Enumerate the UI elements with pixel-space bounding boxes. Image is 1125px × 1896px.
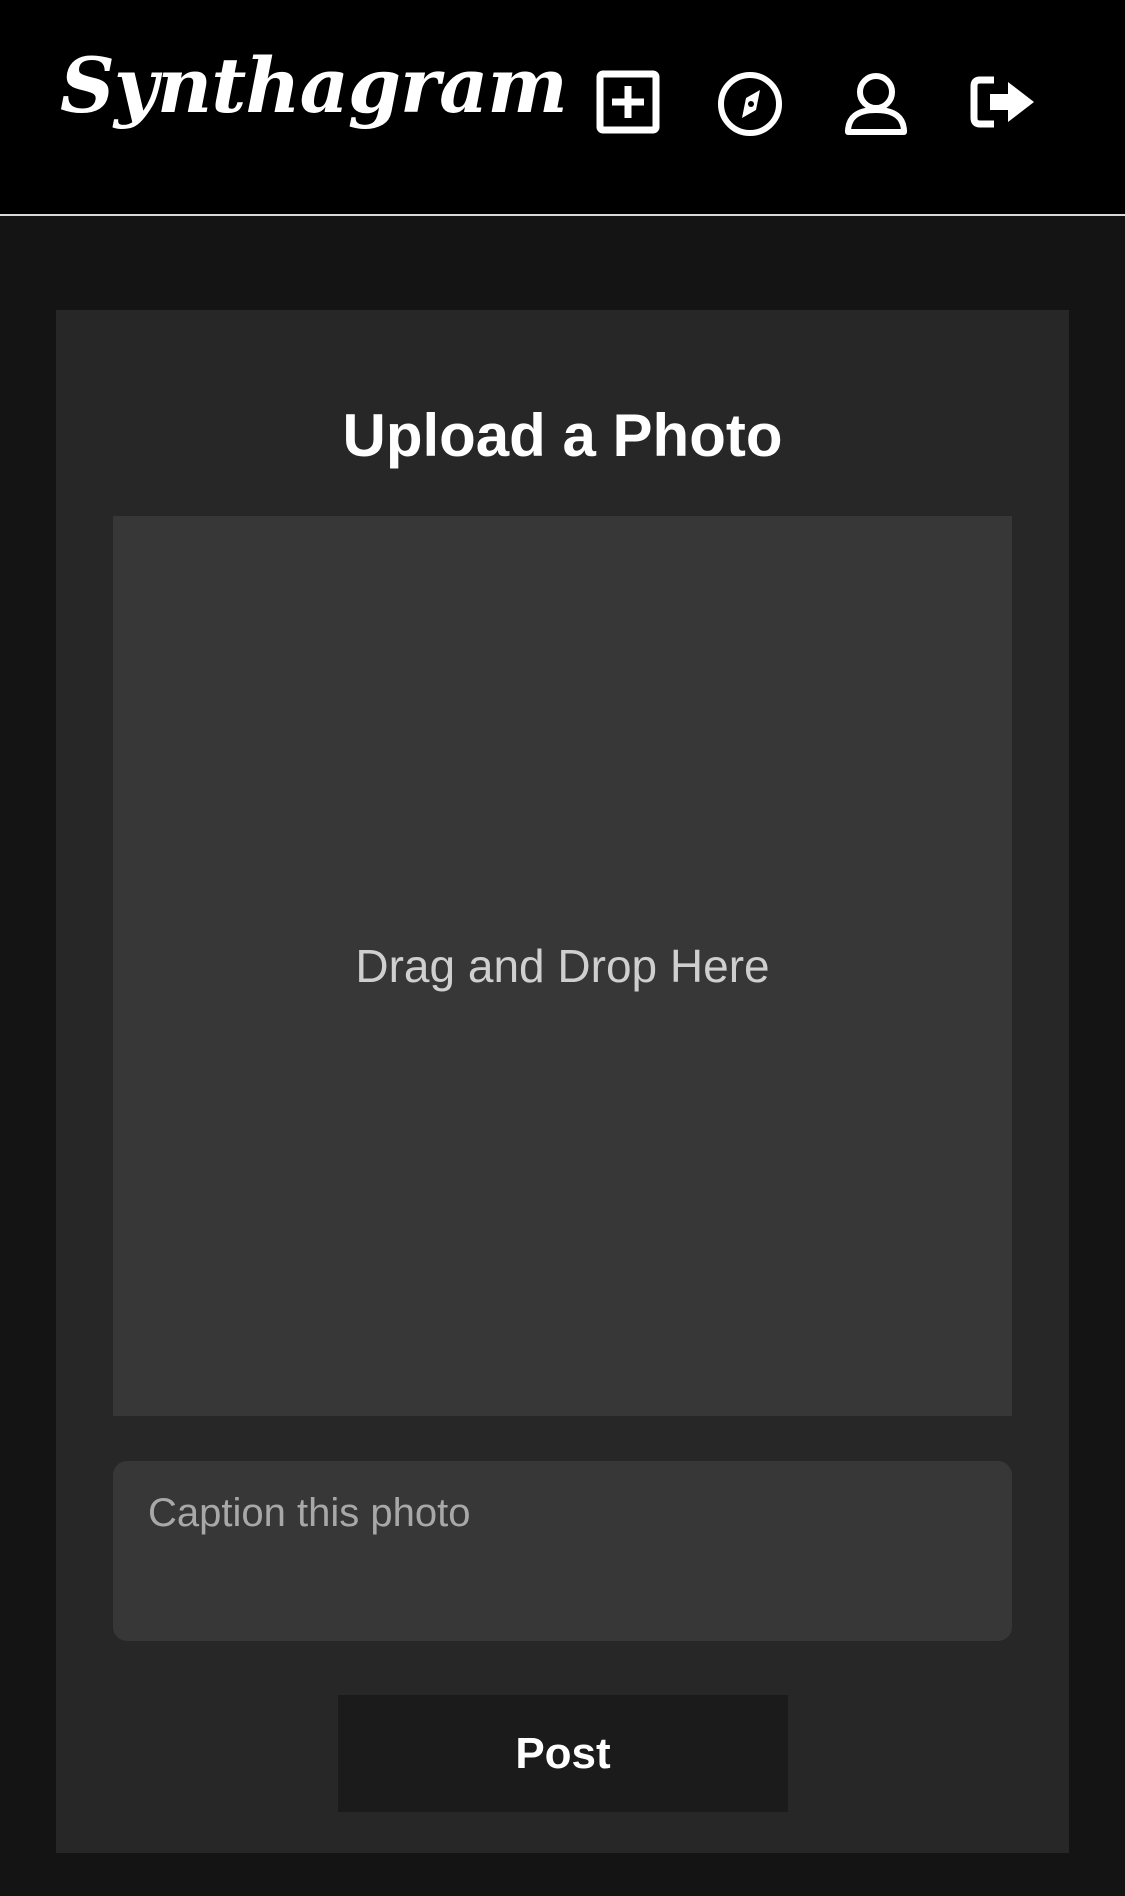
caption-input[interactable] bbox=[113, 1461, 1012, 1641]
logout-icon[interactable] bbox=[968, 70, 1040, 142]
explore-compass-icon[interactable] bbox=[718, 70, 790, 142]
upload-title: Upload a Photo bbox=[342, 402, 783, 469]
top-nav-bar: Synthagram bbox=[0, 0, 1125, 216]
synthagram-logo[interactable]: Synthagram bbox=[60, 48, 568, 124]
photo-dropzone[interactable]: Drag and Drop Here bbox=[113, 516, 1012, 1416]
upload-card: Upload a Photo Drag and Drop Here Post bbox=[56, 310, 1069, 1853]
dropzone-label: Drag and Drop Here bbox=[355, 940, 770, 992]
profile-user-icon[interactable] bbox=[843, 70, 915, 142]
add-post-icon[interactable] bbox=[596, 70, 668, 142]
post-button[interactable]: Post bbox=[338, 1695, 788, 1812]
